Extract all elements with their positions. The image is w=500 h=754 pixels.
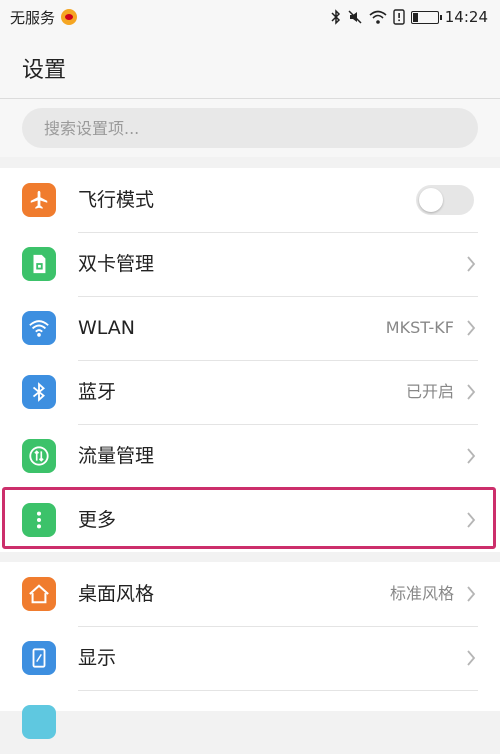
weibo-icon — [61, 9, 78, 25]
status-right: 14:24 — [331, 8, 488, 26]
setting-more[interactable]: 更多 — [0, 488, 500, 552]
chevron-right-icon — [467, 512, 476, 528]
battery-icon — [410, 10, 442, 24]
clock-text: 14:24 — [444, 8, 488, 26]
home-icon — [22, 577, 56, 611]
setting-label: 流量管理 — [78, 445, 155, 467]
chevron-right-icon — [467, 384, 476, 400]
airplane-icon — [22, 183, 56, 217]
chevron-right-icon — [467, 586, 476, 602]
setting-dual-sim[interactable]: 双卡管理 — [0, 232, 500, 296]
status-bar: 无服务 14:24 — [0, 0, 500, 34]
sim-card-icon — [22, 247, 56, 281]
setting-label: 桌面风格 — [78, 583, 155, 605]
partial-app-icon — [22, 705, 56, 739]
setting-wlan[interactable]: WLAN MKST-KF — [0, 296, 500, 360]
search-container — [0, 99, 500, 157]
status-left: 无服务 — [10, 7, 78, 28]
chevron-right-icon — [467, 256, 476, 272]
setting-partial-next[interactable] — [0, 690, 500, 754]
search-input[interactable] — [22, 108, 478, 148]
mute-icon — [347, 9, 363, 25]
bluetooth-icon — [22, 375, 56, 409]
wifi-icon — [369, 10, 387, 24]
alert-icon — [393, 9, 405, 25]
setting-bluetooth[interactable]: 蓝牙 已开启 — [0, 360, 500, 424]
settings-group-display: 桌面风格 标准风格 显示 — [0, 562, 500, 739]
setting-traffic-management[interactable]: 流量管理 — [0, 424, 500, 488]
setting-label: 蓝牙 — [78, 381, 117, 403]
page-title: 设置 — [22, 58, 67, 83]
wlan-network-name: MKST-KF — [385, 318, 454, 337]
display-icon — [22, 641, 56, 675]
more-dots-icon — [22, 503, 56, 537]
traffic-icon — [22, 439, 56, 473]
chevron-right-icon — [467, 448, 476, 464]
setting-label: WLAN — [78, 317, 136, 339]
chevron-right-icon — [467, 320, 476, 336]
setting-label: 更多 — [78, 509, 117, 531]
bluetooth-status: 已开启 — [405, 382, 454, 401]
chevron-right-icon — [467, 650, 476, 666]
airplane-mode-toggle[interactable] — [416, 185, 474, 215]
setting-label: 双卡管理 — [78, 253, 155, 275]
setting-display[interactable]: 显示 — [0, 626, 500, 690]
header: 设置 — [0, 34, 500, 99]
settings-group-connectivity: 飞行模式 双卡管理 WLAN MKST-KF 蓝牙 已开启 流量管理 更多 — [0, 168, 500, 552]
bluetooth-icon — [331, 9, 341, 25]
setting-label: 显示 — [78, 647, 117, 669]
home-style-value: 标准风格 — [389, 584, 454, 603]
setting-airplane-mode[interactable]: 飞行模式 — [0, 168, 500, 232]
setting-home-style[interactable]: 桌面风格 标准风格 — [0, 562, 500, 626]
carrier-text: 无服务 — [10, 8, 56, 27]
setting-label: 飞行模式 — [78, 189, 155, 211]
wifi-icon — [22, 311, 56, 345]
